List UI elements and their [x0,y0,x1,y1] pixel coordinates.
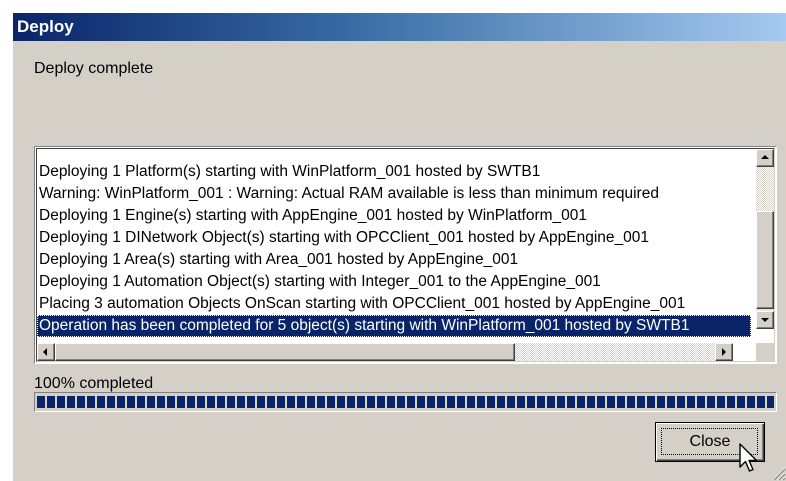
arrow-left-icon [43,348,47,356]
scroll-down-button[interactable] [756,311,774,329]
arrow-down-icon [761,318,769,322]
progress-label: 100% completed [34,375,154,392]
scroll-right-button[interactable] [715,343,733,361]
log-line[interactable]: Deploying 1 Automation Object(s) startin… [37,271,751,293]
title-bar[interactable]: Deploy [13,13,786,41]
log-line[interactable]: Deploying 1 Engine(s) starting with AppE… [37,205,751,227]
progress-bar [34,392,777,412]
log-lines: Deploying 1 Platform(s) starting with Wi… [37,161,751,337]
scrollbar-corner [756,343,774,361]
deploy-dialog: Deploy Deploy complete Deploying 1 Platf… [12,12,786,481]
status-message: Deploy complete [34,60,154,77]
resize-grip-icon[interactable] [770,465,786,481]
log-line[interactable]: Warning: WinPlatform_001 : Warning: Actu… [37,183,751,205]
log-line[interactable]: Deploying 1 Platform(s) starting with Wi… [37,161,751,183]
log-line[interactable]: Deploying 1 Area(s) starting with Area_0… [37,249,751,271]
arrow-up-icon [761,155,769,159]
deploy-log-viewport: Deploying 1 Platform(s) starting with Wi… [36,148,775,362]
arrow-right-icon [722,348,726,356]
deploy-log-list[interactable]: Deploying 1 Platform(s) starting with Wi… [34,146,777,364]
vertical-scroll-thumb[interactable] [756,211,774,309]
mouse-pointer-icon [739,443,758,472]
scroll-up-button[interactable] [756,149,774,167]
log-line[interactable]: Deploying 1 DINetwork Object(s) starting… [37,227,751,249]
log-line-selected[interactable]: Operation has been completed for 5 objec… [37,315,751,337]
log-line[interactable]: Placing 3 automation Objects OnScan star… [37,293,751,315]
horizontal-scroll-thumb[interactable] [55,343,515,361]
horizontal-scrollbar[interactable] [37,343,733,361]
vertical-scrollbar[interactable] [756,149,774,329]
progress-bar-fill [37,396,774,408]
scroll-left-button[interactable] [37,343,55,361]
window-title: Deploy [17,17,74,36]
